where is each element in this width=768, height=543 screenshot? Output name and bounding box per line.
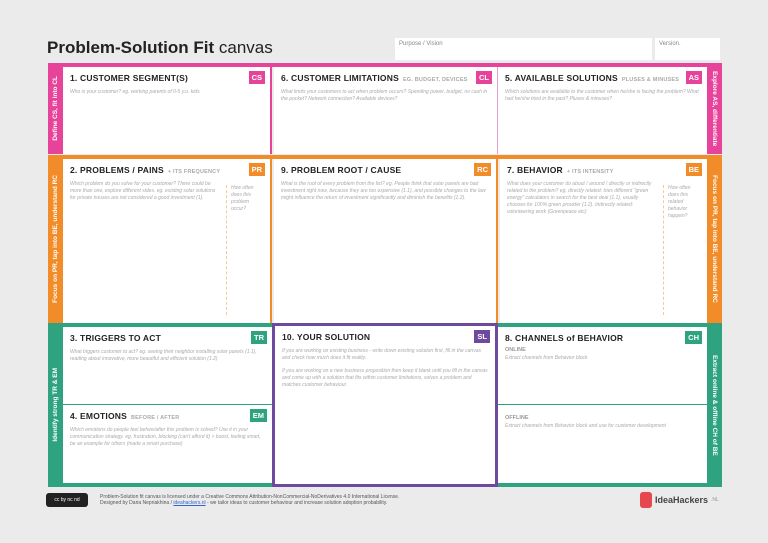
block-your-solution[interactable]: 10. YOUR SOLUTION SL If you are working … <box>272 323 498 487</box>
strip-label: Focus on PR, tap into BE, understand RC <box>52 175 59 303</box>
strip-explore-as: Explore AS, differentiate <box>707 63 722 154</box>
strip-define-cs: Define CS, fit into CL <box>48 63 63 154</box>
strip-label: Define CS, fit into CL <box>52 76 59 141</box>
block-tag: BE <box>685 163 702 176</box>
strip-label: Identify strong TR & EM <box>52 368 59 442</box>
block-hint: What does your customer do about / aroun… <box>507 181 652 215</box>
title-bold: Problem-Solution Fit <box>47 38 215 57</box>
block-tag: SL <box>474 330 490 343</box>
title-note: PLUSES & MINUSES <box>621 77 680 83</box>
block-title: 9. PROBLEM ROOT / CAUSE <box>281 165 402 175</box>
online-hint: Extract channels from Behavior block <box>505 355 588 361</box>
purpose-label: Purpose / Vision <box>399 41 443 47</box>
title-note: BEFORE / AFTER <box>131 415 180 421</box>
purpose-field[interactable]: Purpose / Vision <box>395 38 652 60</box>
block-title: 7. BEHAVIOR + ITS INTENSITY <box>507 165 700 175</box>
block-hint-new: If you are working on a new business pro… <box>282 368 488 388</box>
block-title: 1. CUSTOMER SEGMENT(S) <box>70 73 189 83</box>
strip-label: Focus on PR, tap into BE, understand RC <box>711 175 718 303</box>
block-channels-offline[interactable]: OFFLINE Extract channels from Behavior b… <box>498 405 707 483</box>
block-hint: What is the root of every problem from t… <box>281 181 486 201</box>
title-text: 4. EMOTIONS <box>70 411 127 421</box>
block-title: 3. TRIGGERS TO ACT <box>70 333 161 343</box>
designer-tagline: - we tailor ideas to customer behaviour … <box>207 500 388 506</box>
block-problems[interactable]: 2. PROBLEMS / PAINS + ITS FREQUENCY PR Wh… <box>63 159 272 323</box>
title-light: canvas <box>218 38 273 57</box>
title-text: 7. BEHAVIOR <box>507 165 563 175</box>
block-tag: CL <box>476 71 492 84</box>
ideahackers-logo: IdeaHackers .NL <box>640 492 719 508</box>
title-text: 6. CUSTOMER LIMITATIONS <box>281 73 399 83</box>
strip-focus-pr-left: Focus on PR, tap into BE, understand RC <box>48 155 63 323</box>
block-channels-online[interactable]: 8. CHANNELS of BEHAVIOR CH ONLINE Extrac… <box>498 327 707 405</box>
green-bar-bottom-left <box>63 483 272 487</box>
block-emotions[interactable]: 4. EMOTIONS BEFORE / AFTER EM Which emoti… <box>63 405 272 483</box>
designer-line: Designed by Daria Nepriakhina / ideahack… <box>100 500 399 506</box>
version-field[interactable]: Version. <box>655 38 720 60</box>
cc-text: cc by nc nd <box>54 497 80 503</box>
block-title: 5. AVAILABLE SOLUTIONS PLUSES & MINUSES <box>505 73 700 83</box>
cc-license-icon: cc by nc nd <box>46 493 88 507</box>
block-tag: CH <box>685 331 702 344</box>
block-title: 6. CUSTOMER LIMITATIONS EG. BUDGET, DEVIC… <box>281 73 490 83</box>
block-hint: Who is your customer? eg. working parent… <box>70 89 200 95</box>
intensity-hint: How often does this related behavior hap… <box>663 185 699 315</box>
title-text: 5. AVAILABLE SOLUTIONS <box>505 73 618 83</box>
block-hint: Which solutions are available to the cus… <box>505 89 699 102</box>
green-bar-bottom-right <box>498 483 707 487</box>
block-tag: RC <box>474 163 491 176</box>
page-title: Problem-Solution Fit canvas <box>47 38 273 58</box>
strip-extract-ch: Extract online & offline CH of BE <box>707 323 722 487</box>
block-title: 8. CHANNELS of BEHAVIOR <box>505 333 624 343</box>
title-note: + ITS FREQUENCY <box>167 169 221 175</box>
ideahackers-icon <box>640 492 652 508</box>
title-text: 2. PROBLEMS / PAINS <box>70 165 164 175</box>
brand-suffix: .NL <box>711 497 719 503</box>
block-customer-segments[interactable]: 1. CUSTOMER SEGMENT(S) CS Who is your cu… <box>63 67 272 154</box>
block-hint: Which problem do you solve for your cust… <box>70 181 216 201</box>
version-label: Version. <box>659 41 681 47</box>
block-hint: What triggers customer to act? eg. seein… <box>70 349 257 362</box>
footer-text: Problem-Solution fit canvas is licensed … <box>100 494 399 506</box>
block-triggers[interactable]: 3. TRIGGERS TO ACT TR What triggers cust… <box>63 327 272 405</box>
ideahackers-link[interactable]: ideahackers.nl <box>173 500 205 506</box>
block-tag: CS <box>248 71 265 84</box>
block-problem-root[interactable]: 9. PROBLEM ROOT / CAUSE RC What is the r… <box>274 159 498 323</box>
online-label: ONLINE <box>505 347 526 353</box>
block-available-solutions[interactable]: 5. AVAILABLE SOLUTIONS PLUSES & MINUSES A… <box>498 67 707 154</box>
offline-label: OFFLINE <box>505 415 529 421</box>
block-tag: PR <box>248 163 265 176</box>
brand-name: IdeaHackers <box>655 495 709 505</box>
strip-identify-tr: Identify strong TR & EM <box>48 323 63 487</box>
strip-label: Extract online & offline CH of BE <box>711 354 718 456</box>
block-title: 10. YOUR SOLUTION <box>282 332 371 342</box>
strip-focus-pr-right: Focus on PR, tap into BE, understand RC <box>707 155 722 323</box>
block-tag: TR <box>251 331 267 344</box>
block-hint-existing: If you are working on existing business … <box>282 348 481 361</box>
title-note: + ITS INTENSITY <box>566 169 614 175</box>
block-hint: Which emotions do people feel before/aft… <box>70 427 261 447</box>
block-tag: AS <box>685 71 702 84</box>
strip-label: Explore AS, differentiate <box>711 70 718 147</box>
designer-text: Designed by Daria Nepriakhina / <box>100 500 172 506</box>
block-behavior[interactable]: 7. BEHAVIOR + ITS INTENSITY BE What does … <box>500 159 707 323</box>
offline-hint: Extract channels from Behavior block and… <box>505 423 666 429</box>
block-customer-limitations[interactable]: 6. CUSTOMER LIMITATIONS EG. BUDGET, DEVIC… <box>274 67 498 154</box>
frequency-hint: How often does this problem occur? <box>226 185 262 315</box>
title-note: EG. BUDGET, DEVICES <box>402 77 468 83</box>
block-hint: What limits your customers to act when p… <box>281 89 488 102</box>
block-tag: EM <box>249 409 267 422</box>
block-title: 2. PROBLEMS / PAINS + ITS FREQUENCY <box>70 165 263 175</box>
block-title: 4. EMOTIONS BEFORE / AFTER <box>70 411 265 421</box>
